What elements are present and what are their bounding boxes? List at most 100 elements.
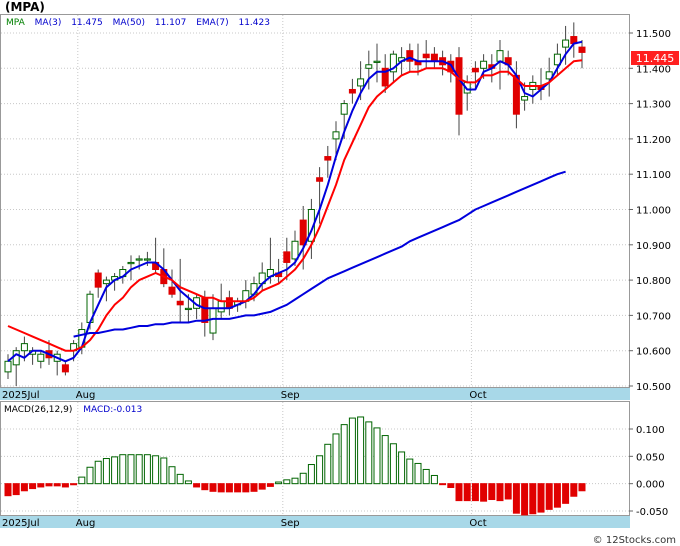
candle-body	[348, 88, 356, 94]
legend-ema7-label: EMA(7)	[196, 18, 228, 28]
macd-bar	[111, 456, 119, 485]
candle-body	[94, 272, 102, 288]
macd-bar	[225, 483, 233, 493]
macd-bar	[562, 483, 570, 504]
candle-body	[102, 279, 110, 285]
macd-y-axis: 0.100 0.050 0.000 -0.050	[629, 425, 668, 518]
macd-bar	[406, 458, 414, 485]
macd-bar	[365, 421, 373, 485]
macd-bar	[119, 454, 127, 485]
price-tick-label: 10.700	[636, 311, 671, 322]
candle-body	[127, 261, 135, 265]
macd-bar	[201, 483, 209, 491]
macd-bar	[291, 477, 299, 485]
macd-bar	[463, 483, 471, 502]
candle-body	[12, 350, 20, 366]
macd-bar	[127, 454, 135, 485]
macd-bar	[78, 476, 86, 485]
macd-bar	[160, 457, 168, 485]
candle-body	[455, 57, 463, 115]
month-label: Oct	[469, 518, 486, 529]
macd-legend-label: MACD(26,12,9)	[4, 405, 72, 415]
macd-bar	[340, 424, 348, 485]
candle-body	[168, 286, 176, 295]
macd-bar	[398, 451, 406, 485]
macd-bar	[12, 483, 20, 496]
macd-bar	[70, 483, 78, 486]
macd-bar	[242, 483, 250, 493]
candle-body	[562, 39, 570, 48]
macd-bar	[184, 480, 192, 485]
candle-body	[283, 251, 291, 263]
month-label: Aug	[76, 518, 96, 529]
macd-bar	[86, 466, 94, 485]
macd-bar	[447, 483, 455, 488]
candle-body	[135, 258, 143, 261]
candle-body	[373, 60, 381, 63]
candle-body	[4, 360, 12, 373]
macd-bar	[152, 455, 160, 485]
candle-body	[20, 343, 28, 352]
watermark: © 12Stocks.com	[593, 535, 676, 546]
candle-body	[201, 297, 209, 323]
macd-bar	[553, 483, 561, 508]
month-label: Sep	[281, 390, 300, 401]
macd-bar	[578, 483, 586, 492]
candle-body	[430, 53, 438, 62]
macd-bar	[455, 483, 463, 502]
macd-bar	[94, 460, 102, 485]
macd-bar	[275, 481, 283, 485]
candle-body	[316, 177, 324, 182]
macd-bar	[422, 468, 430, 485]
price-tick-label: 11.000	[636, 206, 671, 217]
macd-bar	[4, 483, 12, 497]
legend-ma50-label: MA(50)	[113, 18, 145, 28]
chart-title: (MPA)	[5, 0, 45, 14]
candle-body	[291, 240, 299, 260]
macd-legend-value: MACD:-0.013	[83, 405, 142, 415]
candle-body	[496, 50, 504, 62]
macd-legend: MACD(26,12,9) MACD:-0.013	[4, 405, 142, 415]
macd-bar	[258, 483, 266, 490]
macd-bar	[373, 427, 381, 485]
macd-bar	[348, 417, 356, 485]
macd-bar	[217, 483, 225, 493]
macd-bar	[324, 443, 332, 485]
price-tick-label: 11.200	[636, 135, 671, 146]
macd-tick-label: 0.050	[636, 452, 665, 463]
candle-body	[340, 103, 348, 115]
macd-bar	[45, 483, 53, 487]
macd-bar	[488, 483, 496, 501]
macd-bar	[471, 483, 479, 502]
macd-bar	[193, 483, 201, 488]
month-label: Sep	[281, 518, 300, 529]
macd-bar	[414, 462, 422, 485]
price-tick-label: 11.400	[636, 64, 671, 75]
month-label: Aug	[76, 390, 96, 401]
legend-ma50-value: 11.107	[155, 18, 187, 28]
macd-bar	[529, 483, 537, 515]
price-panel	[0, 14, 630, 388]
macd-bar	[299, 472, 307, 485]
candle-body	[61, 364, 69, 373]
macd-tick-label: -0.050	[636, 507, 668, 518]
price-tick-label: 10.900	[636, 241, 671, 252]
macd-bar	[250, 483, 258, 492]
legend-line: MPA MA(3) 11.475 MA(50) 11.107 EMA(7) 11…	[6, 18, 270, 28]
macd-bar	[439, 483, 447, 486]
candle-body	[365, 64, 373, 69]
macd-tick-label: 0.000	[636, 480, 665, 491]
legend-ma3-label: MA(3)	[35, 18, 62, 28]
candle-body	[480, 60, 488, 69]
candle-body	[299, 219, 307, 246]
macd-bar	[209, 483, 217, 492]
candle-body	[37, 353, 45, 362]
candle-body	[217, 300, 225, 313]
candle-body	[324, 156, 332, 161]
macd-bar	[234, 483, 242, 493]
macd-bar	[20, 483, 28, 492]
candle-body	[209, 307, 217, 334]
candle-body	[422, 53, 430, 59]
macd-bar	[316, 455, 324, 485]
candle-body	[471, 67, 479, 73]
